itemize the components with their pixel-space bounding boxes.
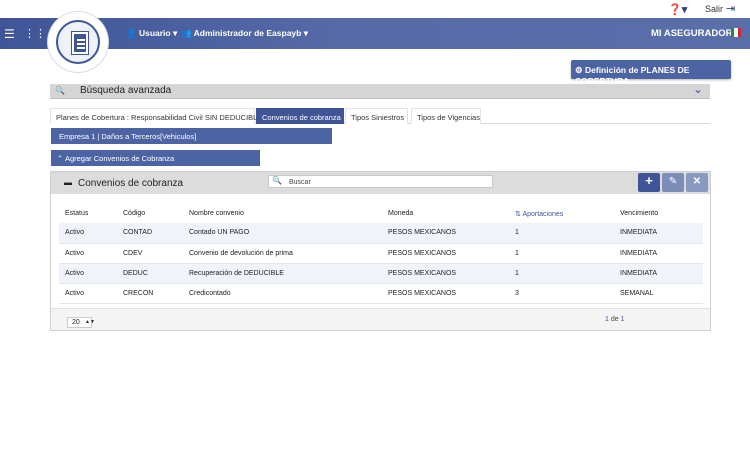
hamburger-icon[interactable]: ☰	[4, 27, 15, 41]
advanced-search-bar[interactable]: 🔍 Búsqueda avanzada ⌄	[50, 82, 710, 99]
col-nombre[interactable]: Nombre convenio	[183, 204, 382, 223]
cell-codigo: CRECON	[123, 289, 154, 297]
mexico-flag-icon	[731, 28, 741, 37]
user-icon: 👤	[126, 28, 139, 38]
cell-estatus: Activo	[65, 289, 85, 297]
edit-button[interactable]: ✎	[662, 173, 684, 192]
agregar-convenio-toggle[interactable]: ⌃ Agregar Convenios de Cobranza	[51, 150, 260, 166]
col-aportaciones[interactable]: ⇅ Aportaciones	[509, 204, 614, 223]
logo-mark-icon	[72, 32, 88, 54]
cell-nombre: Contado UN PAGO	[189, 229, 250, 237]
cell-nombre: Convenio de devolución de prima	[189, 249, 293, 257]
chevron-up-icon: ⌃	[57, 154, 64, 163]
cell-codigo: DEDUC	[123, 269, 148, 277]
page-size-value: 20	[72, 319, 80, 326]
panel-footer: 20 ▲▼ 1 de 1	[51, 308, 710, 330]
tab-bar: Planes de Cobertura : Responsabilidad Ci…	[50, 108, 710, 124]
brand-name: MI ASEGURADORA	[651, 28, 740, 39]
cell-estatus: Activo	[65, 269, 85, 277]
search-input[interactable]	[289, 177, 479, 187]
definition-button[interactable]: ⚙ Definición de PLANES DE COBERTURA	[571, 60, 731, 86]
cell-nombre: Recuperación de DEDUCIBLE	[189, 269, 284, 277]
logo-circle	[56, 20, 100, 64]
col-estatus[interactable]: Estatus	[59, 204, 117, 223]
app-logo[interactable]	[48, 12, 108, 72]
cell-vencimiento: SEMANAL	[620, 289, 654, 297]
tab-convenios-cobranza[interactable]: Convenios de cobranza	[256, 108, 344, 124]
cell-codigo: CONTAD	[123, 229, 153, 237]
col-aportaciones-label: Aportaciones	[522, 210, 564, 218]
panel-header: ▬ Convenios de cobranza 🔍 + ✎ ✕	[51, 172, 710, 194]
cell-aportaciones: 1	[515, 269, 519, 277]
cell-aportaciones: 3	[515, 289, 519, 297]
definition-label: Definición de PLANES DE COBERTURA	[575, 65, 690, 86]
top-utility-bar: ❓▾ Salir ⇥	[0, 0, 750, 18]
cell-estatus: Activo	[65, 249, 85, 257]
panel-title: Convenios de cobranza	[78, 178, 184, 189]
search-icon: 🔍	[55, 86, 65, 95]
col-moneda[interactable]: Moneda	[382, 204, 509, 223]
convenios-panel: ▬ Convenios de cobranza 🔍 + ✎ ✕ Estatus …	[50, 171, 711, 331]
col-codigo[interactable]: Código	[117, 204, 183, 223]
user-label: Usuario	[138, 28, 171, 38]
delete-button[interactable]: ✕	[686, 173, 708, 192]
cell-codigo: CDEV	[123, 249, 143, 257]
tab-tipos-siniestros[interactable]: Tipos Siniestros	[345, 108, 408, 124]
cell-aportaciones: 1	[515, 229, 519, 237]
admin-menu[interactable]: 👥 Administrador de Easpayb ▾	[181, 28, 308, 39]
panel-search: 🔍	[268, 175, 493, 188]
close-icon: ✕	[692, 176, 702, 187]
settings-icon: ⚙	[575, 65, 583, 75]
col-vencimiento[interactable]: Vencimiento	[614, 204, 703, 223]
cell-aportaciones: 1	[515, 249, 519, 257]
empresa-banner: Empresa 1 | Daños a Terceros[Vehiculos]	[51, 128, 332, 144]
page-current[interactable]: 1	[605, 316, 609, 323]
search-icon: 🔍	[272, 176, 282, 185]
pencil-icon: ✎	[668, 176, 678, 187]
add-button[interactable]: +	[638, 173, 660, 192]
cell-nombre: Credicontado	[189, 289, 231, 297]
salir-link[interactable]: Salir	[705, 4, 723, 14]
page-size-select[interactable]: 20 ▲▼	[67, 317, 95, 328]
exit-icon[interactable]: ⇥	[726, 2, 735, 15]
handshake-icon: ▬	[64, 178, 72, 187]
user-menu[interactable]: 👤 Usuario ▾	[126, 28, 177, 39]
convenios-table: Estatus Código Nombre convenio Moneda ⇅ …	[59, 204, 703, 304]
pagination: 1 de 1	[605, 316, 625, 323]
cell-vencimiento: INMEDIATA	[620, 229, 658, 237]
table-row[interactable]: Activo CRECON Credicontado PESOS MEXICAN…	[59, 283, 703, 303]
help-icon[interactable]: ❓▾	[668, 3, 687, 16]
chevron-down-icon[interactable]: ⌄	[693, 82, 703, 96]
cell-estatus: Activo	[65, 229, 85, 237]
tab-planes-cobertura[interactable]: Planes de Cobertura : Responsabilidad Ci…	[50, 108, 262, 124]
page-de: de	[610, 316, 619, 323]
cell-moneda: PESOS MEXICANOS	[388, 289, 457, 297]
navbar: ☰ ⋮⋮⋮ 👤 Usuario ▾ 👥 Administrador de Eas…	[0, 18, 750, 49]
cell-vencimiento: INMEDIATA	[620, 249, 658, 257]
table-header-row: Estatus Código Nombre convenio Moneda ⇅ …	[59, 204, 703, 223]
tab-tipos-vigencias[interactable]: Tipos de Vigencias	[411, 108, 481, 124]
admin-label: Administrador de Easpayb	[193, 28, 302, 38]
table-row[interactable]: Activo DEDUC Recuperación de DEDUCIBLE P…	[59, 263, 703, 283]
select-arrows-icon: ▲▼	[85, 319, 95, 325]
cell-moneda: PESOS MEXICANOS	[388, 249, 457, 257]
users-icon: 👥	[181, 28, 194, 38]
advanced-search-title: Búsqueda avanzada	[80, 85, 172, 96]
cell-moneda: PESOS MEXICANOS	[388, 269, 457, 277]
table-row[interactable]: Activo CONTAD Contado UN PAGO PESOS MEXI…	[59, 223, 703, 243]
cell-moneda: PESOS MEXICANOS	[388, 229, 457, 237]
table-row[interactable]: Activo CDEV Convenio de devolución de pr…	[59, 243, 703, 263]
agregar-label: Agregar Convenios de Cobranza	[64, 154, 175, 163]
page-total[interactable]: 1	[621, 316, 625, 323]
cell-vencimiento: INMEDIATA	[620, 269, 658, 277]
